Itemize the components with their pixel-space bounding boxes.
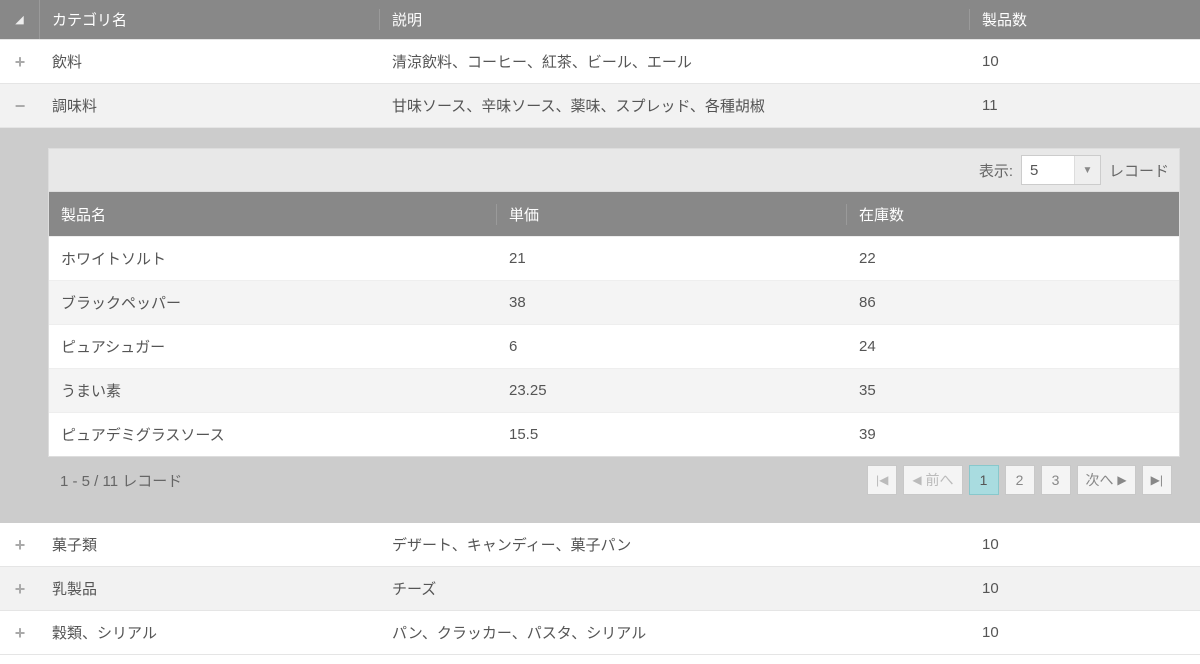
pager-next-button[interactable]: 次へ ▶ xyxy=(1077,465,1136,495)
chevron-left-icon: ◀ xyxy=(912,473,921,487)
chevron-right-icon: ▶ xyxy=(1117,473,1126,487)
child-row: ホワイトソルト 21 22 xyxy=(49,236,1179,280)
table-row: + 菓子類 デザート、キャンディー、菓子パン 10 xyxy=(0,523,1200,567)
child-row: ピュアデミグラスソース 15.5 39 xyxy=(49,412,1179,456)
header-sort-cell[interactable]: ◢ xyxy=(0,0,40,39)
child-grid: 製品名 単価 在庫数 ホワイトソルト 21 22 ブラックペッパー 38 86 … xyxy=(48,192,1180,457)
expand-cell[interactable]: + xyxy=(0,611,40,654)
category-name: 菓子類 xyxy=(40,534,380,555)
category-name: 飲料 xyxy=(40,51,380,72)
pager-prev-button[interactable]: ◀ 前へ xyxy=(903,465,962,495)
header-category[interactable]: カテゴリ名 xyxy=(40,9,380,30)
child-header-row: 製品名 単価 在庫数 xyxy=(49,192,1179,236)
product-stock: 86 xyxy=(847,294,1179,311)
expand-cell[interactable]: + xyxy=(0,40,40,83)
page-size-input[interactable] xyxy=(1022,156,1074,184)
pager-first-button[interactable]: |◀ xyxy=(867,465,897,495)
chevron-down-icon: ▼ xyxy=(1083,165,1093,176)
child-row: ピュアシュガー 6 24 xyxy=(49,324,1179,368)
product-price: 21 xyxy=(497,250,847,267)
expand-cell[interactable]: − xyxy=(0,84,40,127)
plus-icon: + xyxy=(0,624,40,642)
page-size-select[interactable]: ▼ xyxy=(1021,155,1101,185)
pager-last-button[interactable]: ▶| xyxy=(1142,465,1172,495)
product-stock: 35 xyxy=(847,382,1179,399)
product-name: ピュアデミグラスソース xyxy=(49,424,497,445)
product-name: ブラックペッパー xyxy=(49,292,497,313)
product-name: ピュアシュガー xyxy=(49,336,497,357)
child-footer: 1 - 5 / 11 レコード |◀ ◀ 前へ 1 2 3 次へ ▶ ▶| xyxy=(48,457,1180,503)
expand-cell[interactable]: + xyxy=(0,567,40,610)
product-name: うまい素 xyxy=(49,380,497,401)
product-stock: 24 xyxy=(847,338,1179,355)
header-description[interactable]: 説明 xyxy=(380,9,970,30)
next-label: 次へ xyxy=(1086,470,1114,490)
product-price: 6 xyxy=(497,338,847,355)
product-price: 15.5 xyxy=(497,426,847,443)
product-price: 23.25 xyxy=(497,382,847,399)
pager-status: 1 - 5 / 11 レコード xyxy=(60,470,182,491)
pager-page-button[interactable]: 1 xyxy=(969,465,999,495)
sort-asc-icon: ◢ xyxy=(15,13,23,26)
category-desc: 清涼飲料、コーヒー、紅茶、ビール、エール xyxy=(380,51,970,72)
child-toolbar: 表示: ▼ レコード xyxy=(48,148,1180,192)
last-page-icon: ▶| xyxy=(1151,473,1163,487)
pager-page-button[interactable]: 3 xyxy=(1041,465,1071,495)
dropdown-toggle[interactable]: ▼ xyxy=(1074,156,1100,184)
category-count: 10 xyxy=(970,580,1200,597)
child-row: ブラックペッパー 38 86 xyxy=(49,280,1179,324)
category-desc: デザート、キャンディー、菓子パン xyxy=(380,534,970,555)
plus-icon: + xyxy=(0,536,40,554)
table-row: − 調味料 甘味ソース、辛味ソース、薬味、スプレッド、各種胡椒 11 xyxy=(0,84,1200,128)
first-page-icon: |◀ xyxy=(876,473,888,487)
child-header-price[interactable]: 単価 xyxy=(497,204,847,225)
header-row: ◢ カテゴリ名 説明 製品数 xyxy=(0,0,1200,40)
category-count: 10 xyxy=(970,53,1200,70)
category-desc: 甘味ソース、辛味ソース、薬味、スプレッド、各種胡椒 xyxy=(380,95,970,116)
category-desc: チーズ xyxy=(380,578,970,599)
pager-page-button[interactable]: 2 xyxy=(1005,465,1035,495)
main-grid: ◢ カテゴリ名 説明 製品数 + 飲料 清涼飲料、コーヒー、紅茶、ビール、エール… xyxy=(0,0,1200,655)
pager: |◀ ◀ 前へ 1 2 3 次へ ▶ ▶| xyxy=(867,465,1172,495)
child-header-name[interactable]: 製品名 xyxy=(49,204,497,225)
category-desc: パン、クラッカー、パスタ、シリアル xyxy=(380,622,970,643)
table-row: + 乳製品 チーズ 10 xyxy=(0,567,1200,611)
plus-icon: + xyxy=(0,53,40,71)
product-stock: 39 xyxy=(847,426,1179,443)
prev-label: 前へ xyxy=(926,470,954,490)
category-count: 11 xyxy=(970,97,1200,114)
product-stock: 22 xyxy=(847,250,1179,267)
expand-cell[interactable]: + xyxy=(0,523,40,566)
product-name: ホワイトソルト xyxy=(49,248,497,269)
header-count[interactable]: 製品数 xyxy=(970,9,1200,30)
category-name: 穀類、シリアル xyxy=(40,622,380,643)
show-label: 表示: xyxy=(979,160,1013,181)
child-grid-container: 表示: ▼ レコード 製品名 単価 在庫数 ホワイトソルト 21 22 ブラック xyxy=(0,128,1200,523)
category-name: 乳製品 xyxy=(40,578,380,599)
minus-icon: − xyxy=(0,97,40,115)
category-count: 10 xyxy=(970,624,1200,641)
product-price: 38 xyxy=(497,294,847,311)
table-row: + 穀類、シリアル パン、クラッカー、パスタ、シリアル 10 xyxy=(0,611,1200,655)
child-header-stock[interactable]: 在庫数 xyxy=(847,204,1179,225)
table-row: + 飲料 清涼飲料、コーヒー、紅茶、ビール、エール 10 xyxy=(0,40,1200,84)
plus-icon: + xyxy=(0,580,40,598)
records-label: レコード xyxy=(1109,160,1169,181)
child-row: うまい素 23.25 35 xyxy=(49,368,1179,412)
category-count: 10 xyxy=(970,536,1200,553)
category-name: 調味料 xyxy=(40,95,380,116)
